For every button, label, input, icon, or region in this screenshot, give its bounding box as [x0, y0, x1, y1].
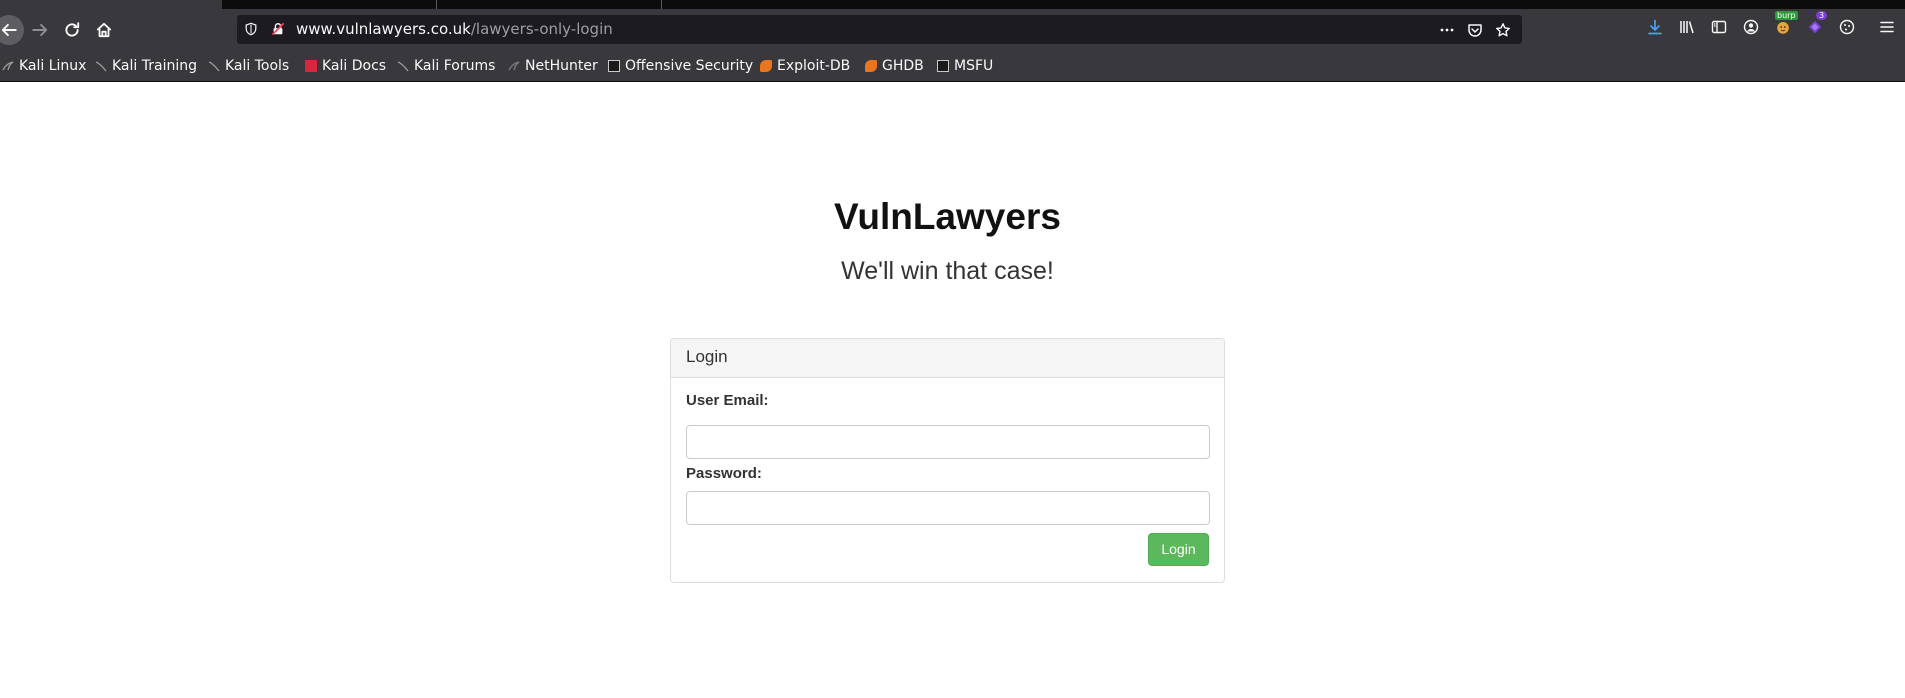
- login-panel-heading: Login: [671, 339, 1224, 378]
- insecure-lock-icon[interactable]: [270, 21, 286, 37]
- back-arrow-icon: [1, 23, 17, 37]
- tab-separator: [661, 0, 662, 9]
- email-label: User Email:: [686, 392, 769, 409]
- kali-docs-icon: [305, 60, 317, 72]
- bookmark-label: MSFU: [954, 58, 994, 74]
- bookmark-label: Kali Tools: [225, 58, 290, 74]
- downloads-icon[interactable]: [1645, 17, 1665, 37]
- exploitdb-icon: [865, 60, 877, 72]
- bookmark-nethunter[interactable]: NetHunter: [508, 56, 598, 76]
- url-domain: www.vulnlawyers.co.uk: [296, 20, 471, 38]
- tab-separator: [436, 0, 437, 9]
- password-field[interactable]: [686, 491, 1210, 525]
- bookmark-label: Exploit-DB: [777, 58, 851, 74]
- bookmark-kali-tools[interactable]: Kali Tools: [208, 56, 289, 76]
- bookmark-label: Offensive Security: [625, 58, 754, 74]
- url-text[interactable]: www.vulnlawyers.co.uk/lawyers-only-login: [296, 19, 613, 40]
- account-icon[interactable]: [1741, 17, 1761, 37]
- bookmark-label: Kali Forums: [414, 58, 496, 74]
- page-subtitle: We'll win that case!: [841, 257, 1054, 285]
- tracking-protection-shield-icon[interactable]: [243, 21, 259, 37]
- cookie-extension-icon[interactable]: [1837, 17, 1857, 37]
- bookmark-msfu[interactable]: MSFU: [937, 56, 993, 76]
- exploitdb-icon: [760, 60, 772, 72]
- library-icon[interactable]: [1677, 17, 1697, 37]
- navigation-toolbar: www.vulnlawyers.co.uk/lawyers-only-login…: [0, 9, 1905, 51]
- kali-dragon-icon: [208, 61, 220, 72]
- foxyproxy-burp-extension-icon[interactable]: burp: [1773, 11, 1798, 37]
- page-title: VulnLawyers: [834, 196, 1061, 237]
- email-field[interactable]: [686, 425, 1210, 459]
- pocket-icon[interactable]: [1466, 21, 1484, 39]
- tab-active[interactable]: [0, 0, 222, 9]
- hamburger-menu-icon[interactable]: [1877, 17, 1897, 37]
- offsec-icon: [608, 60, 620, 72]
- reload-button[interactable]: [59, 17, 85, 43]
- bookmark-label: GHDB: [882, 58, 924, 74]
- home-icon: [96, 22, 112, 38]
- forward-button[interactable]: [27, 17, 53, 43]
- bookmark-star-icon[interactable]: [1494, 21, 1512, 39]
- offsec-icon: [937, 60, 949, 72]
- reload-icon: [65, 22, 80, 37]
- bookmark-kali-linux[interactable]: Kali Linux: [2, 56, 86, 76]
- bookmark-label: Kali Docs: [322, 58, 387, 74]
- nethunter-icon: [508, 61, 520, 71]
- bookmark-label: Kali Linux: [19, 58, 87, 74]
- url-bar[interactable]: www.vulnlawyers.co.uk/lawyers-only-login: [237, 15, 1522, 44]
- bookmark-label: NetHunter: [525, 58, 598, 74]
- back-button[interactable]: [0, 15, 24, 45]
- page-actions-menu-icon[interactable]: [1438, 21, 1456, 39]
- password-label: Password:: [686, 465, 762, 482]
- tab-strip: [0, 0, 1905, 9]
- login-button[interactable]: Login: [1148, 533, 1209, 566]
- url-path: /lawyers-only-login: [470, 20, 613, 38]
- forward-arrow-icon: [32, 23, 48, 37]
- kali-dragon-icon: [397, 61, 409, 72]
- bookmark-label: Kali Training: [112, 58, 197, 74]
- home-button[interactable]: [91, 17, 117, 43]
- extension-count-badge: 3: [1816, 11, 1828, 20]
- bookmark-offensive-security[interactable]: Offensive Security: [608, 56, 753, 76]
- bookmarks-toolbar: Kali Linux Kali Training Kali Tools Kali…: [0, 51, 1905, 82]
- bookmark-kali-forums[interactable]: Kali Forums: [397, 56, 495, 76]
- bookmark-ghdb[interactable]: GHDB: [865, 56, 924, 76]
- bookmark-exploit-db[interactable]: Exploit-DB: [760, 56, 850, 76]
- kali-dragon-icon: [95, 61, 107, 72]
- login-panel: Login User Email: Password: Login: [670, 338, 1225, 583]
- kali-dragon-icon: [2, 61, 14, 71]
- extension-purple-icon[interactable]: 3: [1805, 11, 1828, 37]
- bookmark-kali-docs[interactable]: Kali Docs: [305, 56, 386, 76]
- burp-badge: burp: [1775, 11, 1798, 20]
- sidebar-icon[interactable]: [1709, 17, 1729, 37]
- bookmark-kali-training[interactable]: Kali Training: [95, 56, 197, 76]
